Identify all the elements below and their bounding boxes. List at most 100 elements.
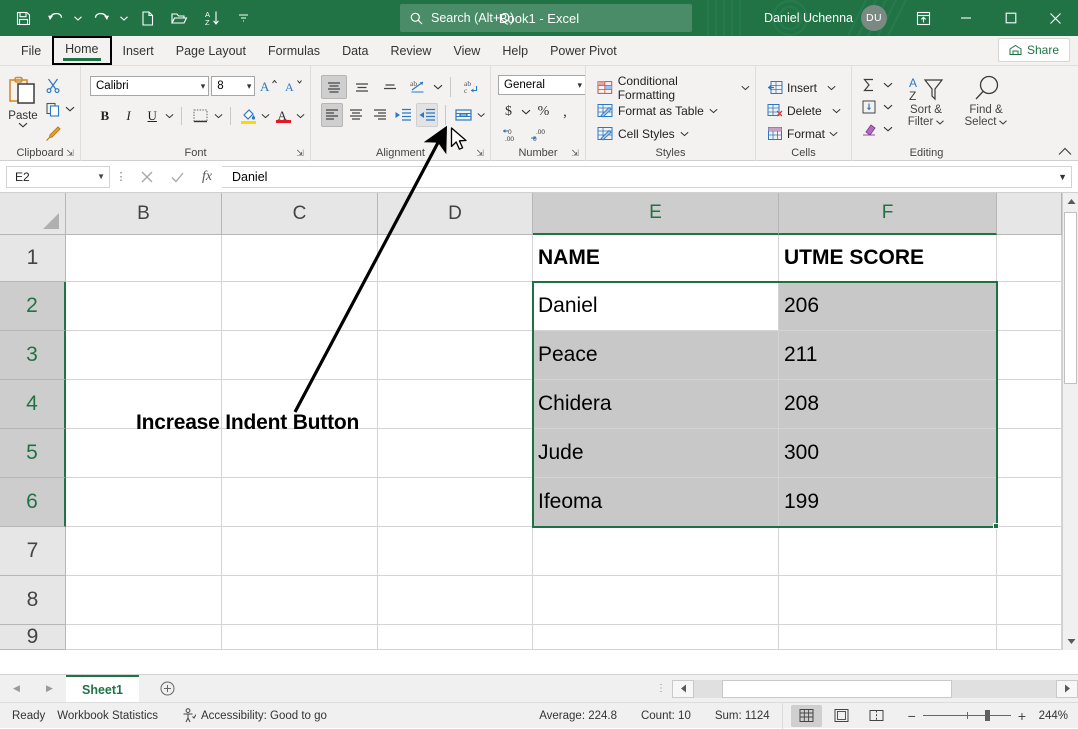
zoom-in-button[interactable]: + (1018, 708, 1026, 724)
cancel-entry-button[interactable] (132, 165, 162, 189)
find-select-button[interactable]: Find & Select (957, 74, 1015, 128)
cell-e3[interactable]: Peace (533, 331, 779, 380)
scroll-left-button[interactable] (672, 680, 694, 698)
clear-dropdown-icon[interactable] (883, 126, 893, 132)
cell-g8[interactable] (997, 576, 1062, 625)
tab-review[interactable]: Review (379, 37, 442, 65)
cell-f9[interactable] (779, 625, 997, 650)
cell-e9[interactable] (533, 625, 779, 650)
cell-e6[interactable]: Ifeoma (533, 478, 779, 527)
previous-sheet-button[interactable]: ◀ (13, 683, 20, 694)
cell-d5[interactable] (378, 429, 533, 478)
autosum-button[interactable] (857, 74, 881, 95)
zoom-track[interactable] (923, 715, 1011, 716)
cell-d1[interactable] (378, 235, 533, 282)
status-count[interactable]: Count: 10 (629, 703, 703, 729)
tab-page-layout[interactable]: Page Layout (165, 37, 257, 65)
cell-b6[interactable] (66, 478, 222, 527)
cell-b3[interactable] (66, 331, 222, 380)
cell-c8[interactable] (222, 576, 378, 625)
middle-align-button[interactable] (349, 75, 375, 99)
cell-e1[interactable]: NAME (533, 235, 779, 282)
cell-c6[interactable] (222, 478, 378, 527)
borders-dropdown-icon[interactable] (214, 113, 223, 119)
cell-e5[interactable]: Jude (533, 429, 779, 478)
cell-c7[interactable] (222, 527, 378, 576)
name-box-dropdown-icon[interactable]: ▼ (97, 172, 105, 181)
row-header-7[interactable]: 7 (0, 527, 66, 576)
column-header-g[interactable] (997, 193, 1062, 235)
row-header-2[interactable]: 2 (0, 282, 66, 331)
cell-b7[interactable] (66, 527, 222, 576)
scroll-up-button[interactable] (1063, 193, 1078, 210)
cell-f6[interactable]: 199 (779, 478, 997, 527)
save-icon[interactable] (8, 4, 38, 32)
cell-g7[interactable] (997, 527, 1062, 576)
expand-formula-bar-icon[interactable]: ▼ (1058, 172, 1067, 182)
cell-styles-button[interactable]: Cell Styles (597, 122, 750, 145)
tab-formulas[interactable]: Formulas (257, 37, 331, 65)
format-painter-button[interactable] (41, 122, 65, 144)
cell-e4[interactable]: Chidera (533, 380, 779, 429)
fill-color-button[interactable] (238, 104, 260, 127)
cell-c1[interactable] (222, 235, 378, 282)
row-header-3[interactable]: 3 (0, 331, 66, 380)
undo-icon[interactable] (40, 4, 70, 32)
minimize-button[interactable] (943, 0, 988, 36)
decrease-font-size-button[interactable]: A (282, 75, 305, 97)
new-file-icon[interactable] (132, 4, 162, 32)
row-header-1[interactable]: 1 (0, 235, 66, 282)
autosum-dropdown-icon[interactable] (883, 82, 893, 88)
underline-dropdown-icon[interactable] (165, 113, 174, 119)
tab-power-pivot[interactable]: Power Pivot (539, 37, 628, 65)
sort-az-icon[interactable]: AZ (196, 4, 226, 32)
align-left-button[interactable] (321, 103, 343, 127)
copy-button[interactable] (41, 98, 65, 120)
sort-filter-button[interactable]: A Z Sort & Filter (899, 74, 953, 128)
confirm-entry-button[interactable] (162, 165, 192, 189)
cell-b5[interactable] (66, 429, 222, 478)
percent-style-button[interactable]: % (533, 101, 554, 122)
align-right-button[interactable] (369, 103, 391, 127)
vertical-scroll-thumb[interactable] (1064, 212, 1077, 384)
cell-d9[interactable] (378, 625, 533, 650)
orientation-button[interactable]: ab (405, 75, 431, 99)
add-sheet-button[interactable] (139, 681, 195, 696)
redo-icon[interactable] (86, 4, 116, 32)
accessibility-button[interactable]: Accessibility: Good to go (170, 703, 339, 729)
clear-button[interactable] (857, 118, 881, 139)
vertical-scrollbar[interactable] (1062, 193, 1078, 650)
zoom-level[interactable]: 244% (1034, 710, 1078, 722)
center-button[interactable] (345, 103, 367, 127)
cell-e7[interactable] (533, 527, 779, 576)
open-folder-icon[interactable] (164, 4, 194, 32)
cell-b1[interactable] (66, 235, 222, 282)
cell-g2[interactable] (997, 282, 1062, 331)
number-dialog-launcher[interactable]: ⇲ (569, 147, 581, 159)
font-color-dropdown-icon[interactable] (296, 113, 305, 119)
underline-button[interactable]: U (141, 104, 163, 127)
format-cells-button[interactable]: Format (767, 122, 846, 145)
cell-f1[interactable]: UTME SCORE (779, 235, 997, 282)
fill-color-dropdown-icon[interactable] (261, 113, 270, 119)
cell-e8[interactable] (533, 576, 779, 625)
page-layout-view-button[interactable] (826, 705, 857, 727)
cell-g9[interactable] (997, 625, 1062, 650)
horizontal-scrollbar[interactable] (694, 680, 1056, 698)
cell-d7[interactable] (378, 527, 533, 576)
conditional-formatting-button[interactable]: Conditional Formatting (597, 76, 750, 99)
format-as-table-button[interactable]: Format as Table (597, 99, 750, 122)
orientation-dropdown-icon[interactable] (433, 84, 443, 90)
undo-dropdown-icon[interactable] (72, 4, 84, 32)
cell-g5[interactable] (997, 429, 1062, 478)
normal-view-button[interactable] (791, 705, 822, 727)
cell-g1[interactable] (997, 235, 1062, 282)
fill-dropdown-icon[interactable] (883, 104, 893, 110)
scroll-down-button[interactable] (1063, 633, 1078, 650)
accounting-format-button[interactable]: $ (498, 101, 519, 122)
tab-data[interactable]: Data (331, 37, 379, 65)
search-input[interactable]: Search (Alt+Q) (400, 4, 692, 32)
cell-d2[interactable] (378, 282, 533, 331)
wrap-text-button[interactable]: abc (458, 75, 484, 99)
paste-button[interactable]: Paste (5, 70, 41, 144)
